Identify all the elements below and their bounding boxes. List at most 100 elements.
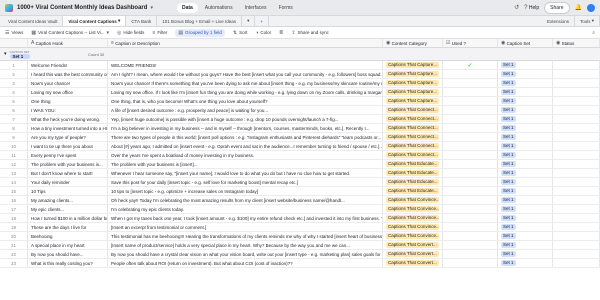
- caption-hook-cell[interactable]: I WAS YOU:: [28, 106, 108, 114]
- add-table-icon[interactable]: +: [255, 16, 269, 26]
- caption-description-cell[interactable]: This testimonial has me beehooing!!! Hea…: [108, 232, 383, 240]
- caption-set-cell[interactable]: Set 1: [498, 241, 553, 249]
- caption-description-cell[interactable]: There are two types of people in this wo…: [108, 133, 383, 141]
- caption-description-cell[interactable]: Now's your chance! If there's something …: [108, 79, 383, 87]
- content-category-cell[interactable]: Captions That Connect...: [383, 151, 443, 159]
- col-header-content-category[interactable]: ◉ Content Category: [383, 39, 443, 47]
- col-header-status[interactable]: ◉ Status: [553, 39, 600, 47]
- caption-set-cell[interactable]: Set 1: [498, 169, 553, 177]
- hide-fields-button[interactable]: ◎ Hide fields: [117, 30, 144, 36]
- caption-description-cell[interactable]: 10 tips to [insert topic - e.g. optimize…: [108, 187, 383, 195]
- table-row[interactable]: 19 These are the days I live for [Insert a…: [0, 223, 600, 232]
- used-checkbox-cell[interactable]: [443, 169, 498, 177]
- content-category-cell[interactable]: Captions That Connect...: [383, 106, 443, 114]
- caption-description-cell[interactable]: The problem with your business is [inser…: [108, 160, 383, 168]
- caption-description-cell[interactable]: When I got my taxes back one year, I too…: [108, 214, 383, 222]
- table-row[interactable]: 16 My amazing clients... Oh heck yay!! Tod…: [0, 196, 600, 205]
- used-checkbox-cell[interactable]: [443, 205, 498, 213]
- base-title[interactable]: 1000+ Viral Content Monthly Ideas Dashbo…: [17, 5, 147, 11]
- used-checkbox-cell[interactable]: [443, 70, 498, 78]
- table-row[interactable]: 18 How I turned $100 in a million dollar …: [0, 214, 600, 223]
- used-checkbox-cell[interactable]: [443, 160, 498, 168]
- content-category-cell[interactable]: Captions That Connect...: [383, 133, 443, 141]
- table-row[interactable]: 7 What the heck you're doing wrong. Yep, […: [0, 115, 600, 124]
- tabs-more-chevron-icon[interactable]: ▾: [242, 16, 256, 26]
- table-row[interactable]: 4 Loving my new office Loving my new offic…: [0, 88, 600, 97]
- table-row[interactable]: 8 How a tiny investment turned into a HU.…: [0, 124, 600, 133]
- used-checkbox-cell[interactable]: [443, 223, 498, 231]
- status-cell[interactable]: [553, 196, 600, 204]
- table-row[interactable]: 17 My epic clients... I'm celebrating my e…: [0, 205, 600, 214]
- status-cell[interactable]: [553, 142, 600, 150]
- status-cell[interactable]: [553, 214, 600, 222]
- avatar[interactable]: [587, 3, 595, 12]
- used-checkbox-cell[interactable]: [443, 79, 498, 87]
- view-switcher[interactable]: ▦ Viral Content Captions -- List Vi... ▾: [31, 30, 109, 36]
- caption-set-cell[interactable]: Set 1: [498, 205, 553, 213]
- caption-hook-cell[interactable]: But I don't know where to start!: [28, 169, 108, 177]
- used-checkbox-cell[interactable]: [443, 259, 498, 267]
- status-cell[interactable]: [553, 241, 600, 249]
- used-checkbox-cell[interactable]: [443, 133, 498, 141]
- caption-description-cell[interactable]: [Insert name of product/service] holds a…: [108, 241, 383, 249]
- content-category-cell[interactable]: Captions That Educate...: [383, 178, 443, 186]
- status-cell[interactable]: [553, 61, 600, 69]
- caption-hook-cell[interactable]: My epic clients...: [28, 205, 108, 213]
- content-category-cell[interactable]: Captions That Educate...: [383, 160, 443, 168]
- caption-hook-cell[interactable]: Your daily reminder: [28, 178, 108, 186]
- table-row[interactable]: 5 One thing One thing, that is, who you be…: [0, 97, 600, 106]
- content-category-cell[interactable]: Captions That Connect...: [383, 142, 443, 150]
- group-button[interactable]: ▤ Grouped by 1 field: [175, 28, 225, 37]
- table-row[interactable]: 11 Every penny I've spent Over the years I…: [0, 151, 600, 160]
- used-checkbox-cell[interactable]: [443, 178, 498, 186]
- caption-set-cell[interactable]: Set 1: [498, 223, 553, 231]
- caption-hook-cell[interactable]: Now's your chance!: [28, 79, 108, 87]
- used-checkbox-cell[interactable]: [443, 187, 498, 195]
- content-category-cell[interactable]: Captions That Educate...: [383, 169, 443, 177]
- caption-description-cell[interactable]: Oh heck yay!! Today I'm celebrating the …: [108, 196, 383, 204]
- status-cell[interactable]: [553, 79, 600, 87]
- caption-set-cell[interactable]: Set 1: [498, 151, 553, 159]
- group-header-set-1[interactable]: ▾ CAPTION SET Set 1 Count 30: [0, 48, 600, 61]
- caption-set-cell[interactable]: Set 1: [498, 79, 553, 87]
- status-cell[interactable]: [553, 250, 600, 258]
- nav-automations[interactable]: Automations: [200, 3, 238, 13]
- caption-set-cell[interactable]: Set 1: [498, 259, 553, 267]
- content-category-cell[interactable]: Captions That Connect...: [383, 115, 443, 123]
- content-category-cell[interactable]: Captions That Convert...: [383, 241, 443, 249]
- table-row[interactable]: 9 Are you my type of people? There are two…: [0, 133, 600, 142]
- notification-bell-icon[interactable]: 🔔: [575, 4, 582, 11]
- caption-hook-cell[interactable]: Every penny I've spent: [28, 151, 108, 159]
- chevron-down-icon[interactable]: ▾: [150, 5, 153, 11]
- caption-hook-cell[interactable]: 10 Tips: [28, 187, 108, 195]
- share-button[interactable]: Share: [544, 1, 570, 14]
- status-cell[interactable]: [553, 223, 600, 231]
- caption-description-cell[interactable]: Over the years I've spent a boatload of …: [108, 151, 383, 159]
- caption-set-cell[interactable]: Set 1: [498, 124, 553, 132]
- row-height-button[interactable]: ≣: [279, 30, 283, 36]
- search-button[interactable]: ⌕: [592, 30, 595, 36]
- caption-hook-cell[interactable]: Loving my new office: [28, 88, 108, 96]
- caption-hook-cell[interactable]: The problem with your business is...: [28, 160, 108, 168]
- used-checkbox-cell[interactable]: [443, 142, 498, 150]
- used-checkbox-cell[interactable]: [443, 97, 498, 105]
- status-cell[interactable]: [553, 169, 600, 177]
- caption-set-cell[interactable]: Set 1: [498, 187, 553, 195]
- status-cell[interactable]: [553, 259, 600, 267]
- content-category-cell[interactable]: Captions That Educate...: [383, 187, 443, 195]
- caption-set-cell[interactable]: Set 1: [498, 88, 553, 96]
- caption-hook-cell[interactable]: Welcome Friends!: [28, 61, 108, 69]
- caption-description-cell[interactable]: Save this post for your daily [insert to…: [108, 178, 383, 186]
- filter-button[interactable]: ≡ Filter: [152, 30, 167, 36]
- table-row[interactable]: 10 I want to tie up there you about About …: [0, 142, 600, 151]
- caption-description-cell[interactable]: Loving my new office. If I look like I'm…: [108, 88, 383, 96]
- caption-description-cell[interactable]: I'm a big believer in investing in my bu…: [108, 124, 383, 132]
- status-cell[interactable]: [553, 232, 600, 240]
- caption-set-cell[interactable]: Set 1: [498, 115, 553, 123]
- content-category-cell[interactable]: Captions That Convince...: [383, 214, 443, 222]
- used-checkbox-cell[interactable]: [443, 106, 498, 114]
- caption-description-cell[interactable]: Am I right? I mean, where would I be wit…: [108, 70, 383, 78]
- caption-set-cell[interactable]: Set 1: [498, 160, 553, 168]
- caption-description-cell[interactable]: About [#] years ago, I admitted on [inse…: [108, 142, 383, 150]
- nav-forms[interactable]: Forms: [274, 3, 298, 13]
